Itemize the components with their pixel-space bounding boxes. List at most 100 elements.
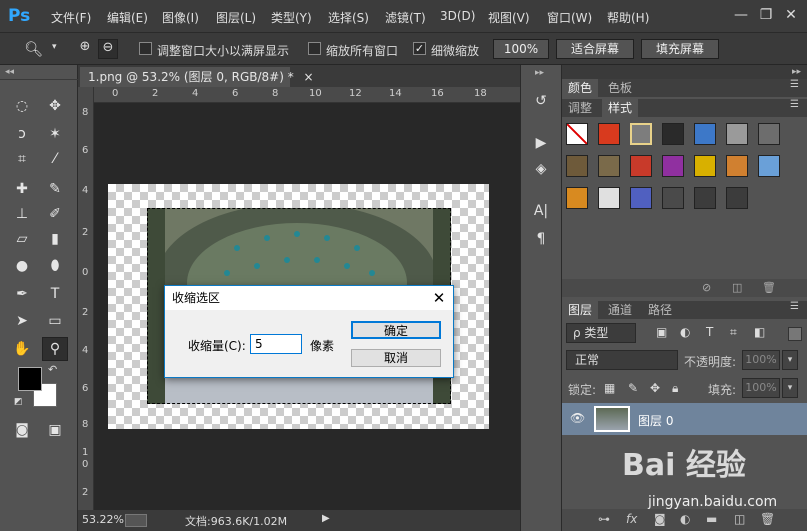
fill-screen-button[interactable]: 填充屏幕 [641,39,719,59]
style-swatch[interactable] [598,123,620,145]
layer-kind-filter[interactable]: ρ 类型 [566,323,636,343]
swap-colors-icon[interactable]: ↶ [48,363,57,376]
menu-image[interactable]: 图像(I) [162,9,199,26]
menu-filter[interactable]: 滤镜(T) [385,9,426,26]
menu-3d[interactable]: 3D(D) [440,9,475,23]
default-colors-icon[interactable]: ◩ [14,397,23,407]
style-swatch[interactable] [662,187,684,209]
rectangle-tool-icon[interactable]: ▭ [44,310,66,332]
cancel-button[interactable]: 取消 [351,349,441,367]
menu-help[interactable]: 帮助(H) [607,9,649,26]
style-swatch[interactable] [566,155,588,177]
lock-image-icon[interactable]: ✎ [628,381,638,395]
style-swatch[interactable] [726,187,748,209]
ok-button[interactable]: 确定 [351,321,441,339]
status-menu-arrow-icon[interactable]: ▶ [322,513,330,524]
new-style-icon[interactable]: ◫ [732,281,742,294]
eraser-tool-icon[interactable]: ▱ [11,228,33,250]
menu-view[interactable]: 视图(V) [488,9,530,26]
panel-menu-icon[interactable]: ☰ [790,79,799,90]
style-swatch[interactable] [758,123,780,145]
gradient-tool-icon[interactable]: ▮ [44,228,66,250]
close-tab-icon[interactable]: × [304,70,314,84]
resize-windows-checkbox[interactable] [139,42,152,55]
actions-panel-icon[interactable]: ▶ [530,132,552,154]
style-swatch[interactable] [758,155,780,177]
style-swatch[interactable] [694,123,716,145]
filter-adjustment-icon[interactable]: ◐ [680,325,690,339]
link-layers-icon[interactable]: ⊶ [598,512,610,526]
zoom-all-checkbox[interactable] [308,42,321,55]
blur-tool-icon[interactable]: ● [11,255,33,277]
style-swatch[interactable] [662,155,684,177]
style-swatch[interactable] [598,155,620,177]
zoom-tool-icon[interactable]: ⚲ [42,337,68,361]
filter-pixel-icon[interactable]: ▣ [656,325,667,339]
tab-channels[interactable]: 通道 [602,301,638,319]
style-swatch[interactable] [726,155,748,177]
style-swatch[interactable] [566,187,588,209]
dodge-tool-icon[interactable]: ⬮ [44,255,66,277]
filter-type-icon[interactable]: T [706,325,713,339]
fill-input[interactable]: 100% [742,378,780,398]
healing-brush-icon[interactable]: ✚ [11,178,33,200]
history-brush-icon[interactable]: ✐ [44,203,66,225]
style-swatch[interactable] [726,123,748,145]
chevron-down-icon[interactable]: ▾ [52,42,57,52]
tab-color[interactable]: 颜色 [562,79,599,97]
lock-transparent-icon[interactable]: ▦ [604,381,615,395]
panel-menu-icon[interactable]: ☰ [790,301,799,312]
lasso-tool-icon[interactable]: ↄ [11,123,33,145]
delete-layer-icon[interactable]: 🗑︎ [760,512,775,526]
lock-position-icon[interactable]: ✥ [650,381,660,395]
style-swatch[interactable] [694,187,716,209]
properties-panel-icon[interactable]: ◈ [530,158,552,180]
scrubby-zoom-checkbox[interactable]: ✓ [413,42,426,55]
marquee-tool-icon[interactable]: ◌ [11,95,33,117]
menu-file[interactable]: 文件(F) [51,9,91,26]
lock-all-icon[interactable]: 🔒︎ [672,381,678,396]
panel-menu-icon[interactable]: ☰ [790,99,799,110]
style-swatch[interactable] [566,123,588,145]
visibility-eye-icon[interactable]: 👁︎ [570,411,585,425]
character-panel-icon[interactable]: A| [530,200,552,222]
clear-style-icon[interactable]: ⊘ [702,281,711,294]
menu-edit[interactable]: 编辑(E) [107,9,148,26]
zoom-level[interactable]: 53.22% [82,513,124,526]
pen-tool-icon[interactable]: ✒ [11,283,33,305]
quick-mask-icon[interactable]: ◙ [11,419,33,441]
crop-tool-icon[interactable]: ⌗ [11,148,33,170]
actual-pixels-button[interactable]: 100% [493,39,549,59]
style-swatch[interactable] [694,155,716,177]
menu-select[interactable]: 选择(S) [328,9,369,26]
document-tab[interactable]: 1.png @ 53.2% (图层 0, RGB/8#) * × [80,67,314,87]
fit-screen-button[interactable]: 适合屏幕 [556,39,634,59]
style-swatch[interactable] [630,123,652,145]
style-swatch[interactable] [630,187,652,209]
zoom-tool-preset-icon[interactable]: 🔍︎ [24,40,43,58]
collapse-icon[interactable]: ◂◂ [5,67,14,77]
style-swatch[interactable] [662,123,684,145]
menu-layer[interactable]: 图层(L) [216,9,256,26]
restore-button[interactable]: ❐ [755,5,777,25]
clone-stamp-icon[interactable]: ⊥ [11,203,33,225]
layer-row[interactable]: 👁︎ 图层 0 [562,403,807,435]
adjustment-layer-icon[interactable]: ◐ [680,512,690,526]
zoom-in-icon[interactable]: ⊕ [76,39,94,59]
add-mask-icon[interactable]: ◙ [654,512,666,526]
style-swatch[interactable] [630,155,652,177]
layer-name[interactable]: 图层 0 [638,412,673,429]
tab-layers[interactable]: 图层 [562,301,599,319]
tab-styles[interactable]: 样式 [602,99,639,117]
opacity-input[interactable]: 100% [742,350,780,370]
contract-amount-input[interactable] [250,334,302,354]
eyedropper-icon[interactable]: ⁄ [44,148,66,170]
brush-tool-icon[interactable]: ✎ [44,178,66,200]
menu-type[interactable]: 类型(Y) [271,9,312,26]
style-swatch[interactable] [598,187,620,209]
new-layer-icon[interactable]: ◫ [734,512,745,526]
blend-mode-select[interactable]: 正常 [566,350,678,370]
history-panel-icon[interactable]: ↺ [530,90,552,112]
close-window-button[interactable]: ✕ [780,5,802,25]
layer-style-icon[interactable]: fx [626,512,637,526]
